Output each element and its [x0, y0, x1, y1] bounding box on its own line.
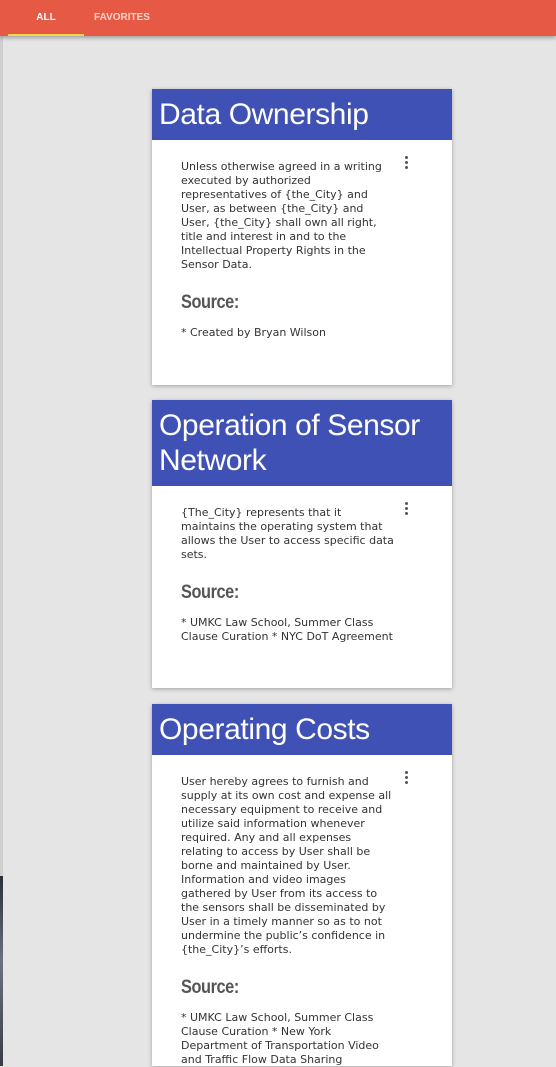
card-title: Data Ownership [152, 89, 452, 140]
more-vert-icon[interactable] [405, 156, 409, 170]
background-window-edge [0, 876, 3, 1066]
card-title: Operation of Sensor Network [152, 400, 452, 486]
clause-card: Data Ownership Unless otherwise agreed i… [152, 89, 452, 385]
clause-text: User hereby agrees to furnish and supply… [181, 775, 392, 956]
clause-card: Operation of Sensor Network {The_City} r… [152, 400, 452, 688]
card-body: User hereby agrees to furnish and supply… [152, 755, 452, 1067]
clause-card: Operating Costs User hereby agrees to fu… [152, 704, 452, 1066]
more-vert-icon[interactable] [405, 771, 409, 785]
card-body: Unless otherwise agreed in a writing exe… [152, 140, 452, 340]
clause-text: Unless otherwise agreed in a writing exe… [181, 160, 382, 271]
tab-all[interactable]: ALL [8, 0, 84, 36]
source-heading: Source: [181, 582, 239, 603]
card-title: Operating Costs [152, 704, 452, 755]
card-body: {The_City} represents that it maintains … [152, 486, 452, 644]
source-text: * UMKC Law School, Summer Class Clause C… [181, 1011, 379, 1066]
top-nav-bar: ALL FAVORITES [0, 0, 556, 36]
source-heading: Source: [181, 977, 239, 998]
tab-favorites[interactable]: FAVORITES [84, 0, 160, 36]
source-text: * Created by Bryan Wilson [181, 326, 326, 339]
clause-text: {The_City} represents that it maintains … [181, 506, 394, 561]
more-vert-icon[interactable] [405, 502, 409, 516]
source-text: * UMKC Law School, Summer Class Clause C… [181, 616, 393, 643]
source-heading: Source: [181, 292, 239, 313]
